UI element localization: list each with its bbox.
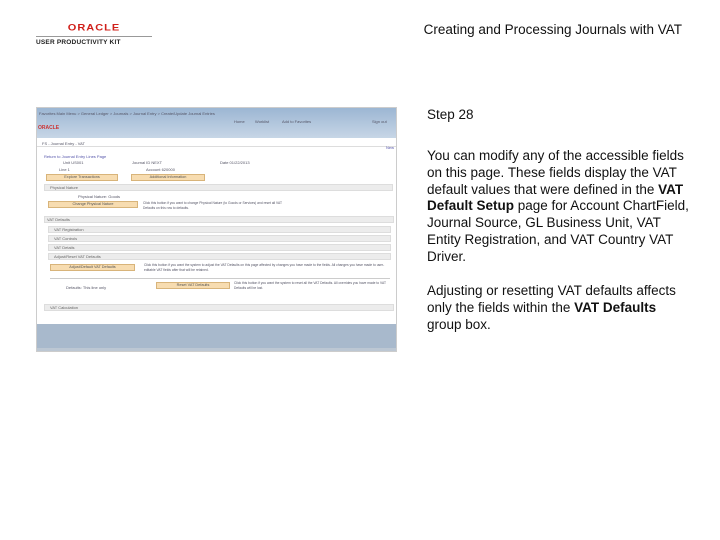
breadcrumb-text: FS - Journal Entry - VAT — [42, 141, 85, 146]
change-physical-nature-button[interactable]: Change Physical Nature — [48, 201, 138, 208]
nav-link-worklist[interactable]: Worklist — [255, 119, 269, 124]
section-vat-registration[interactable]: VAT Registration — [48, 226, 391, 233]
bold-term: VAT Defaults — [574, 299, 657, 315]
nav-link-signout[interactable]: Sign out — [372, 119, 387, 124]
vat-defaults-header: VAT Defaults — [44, 216, 394, 223]
section-adjust-reset[interactable]: Adjust/Reset VAT Defaults — [48, 253, 391, 260]
instruction-paragraph-1: You can modify any of the accessible fie… — [427, 148, 689, 266]
field-line: Line 1 — [59, 167, 70, 172]
logo-brand: ORACLE — [67, 22, 121, 34]
instruction-paragraph-2: Adjusting or resetting VAT defaults affe… — [427, 283, 689, 333]
divider — [50, 278, 390, 279]
physical-nature-bar[interactable]: Physical Nature — [44, 184, 393, 191]
field-date: Date 01/22/2013 — [220, 160, 250, 165]
nav-breadcrumb[interactable]: Favorites Main Menu > General Ledger > J… — [39, 111, 215, 116]
field-account: Account 620000 — [146, 167, 175, 172]
application-screenshot: Favorites Main Menu > General Ledger > J… — [36, 107, 397, 352]
app-header: Favorites Main Menu > General Ledger > J… — [37, 108, 396, 138]
additional-info-button[interactable]: Additional Information — [131, 174, 205, 181]
adjust-help: Click this button if you want the system… — [144, 263, 385, 272]
text-segment: You can modify any of the accessible fie… — [427, 148, 684, 197]
defaults-scope: Defaults: This line only — [66, 285, 107, 290]
change-pn-help: Click this button if you want to change … — [143, 201, 282, 210]
app-brand: ORACLE — [38, 125, 60, 131]
new-window-link[interactable]: New — [386, 145, 394, 150]
reset-vat-defaults-button[interactable]: Reset VAT Defaults — [156, 282, 230, 289]
nav-link-favorites[interactable]: Add to Favorites — [282, 119, 311, 124]
document-title: Creating and Processing Journals with VA… — [423, 22, 682, 37]
logo-sub: USER PRODUCTIVITY KIT — [36, 39, 121, 46]
physical-nature-value: Physical Nature: Goods — [78, 194, 121, 199]
horizontal-scrollbar[interactable] — [37, 348, 396, 351]
section-vat-controls[interactable]: VAT Controls — [48, 235, 391, 242]
field-unit: Unit US001 — [63, 160, 84, 165]
return-link[interactable]: Return to Journal Entry Lines Page — [44, 154, 106, 159]
step-number: Step 28 — [427, 107, 474, 122]
explore-transactions-button[interactable]: Explore Transactions — [46, 174, 118, 181]
vat-calculation-bar[interactable]: VAT Calculation — [44, 304, 394, 311]
oracle-upk-logo: ORACLE USER PRODUCTIVITY KIT — [36, 22, 152, 46]
section-vat-details[interactable]: VAT Details — [48, 244, 391, 251]
page-background — [37, 324, 396, 349]
nav-link-home[interactable]: Home — [234, 119, 245, 124]
reset-help: Click this button if you want the system… — [234, 281, 386, 290]
adjust-vat-defaults-button[interactable]: Adjust/Default VAT Defaults — [50, 264, 135, 271]
page-breadcrumb: FS - Journal Entry - VAT — [37, 139, 396, 147]
text-segment: group box. — [427, 316, 491, 332]
field-journal-id: Journal ID NEXT — [132, 160, 163, 165]
